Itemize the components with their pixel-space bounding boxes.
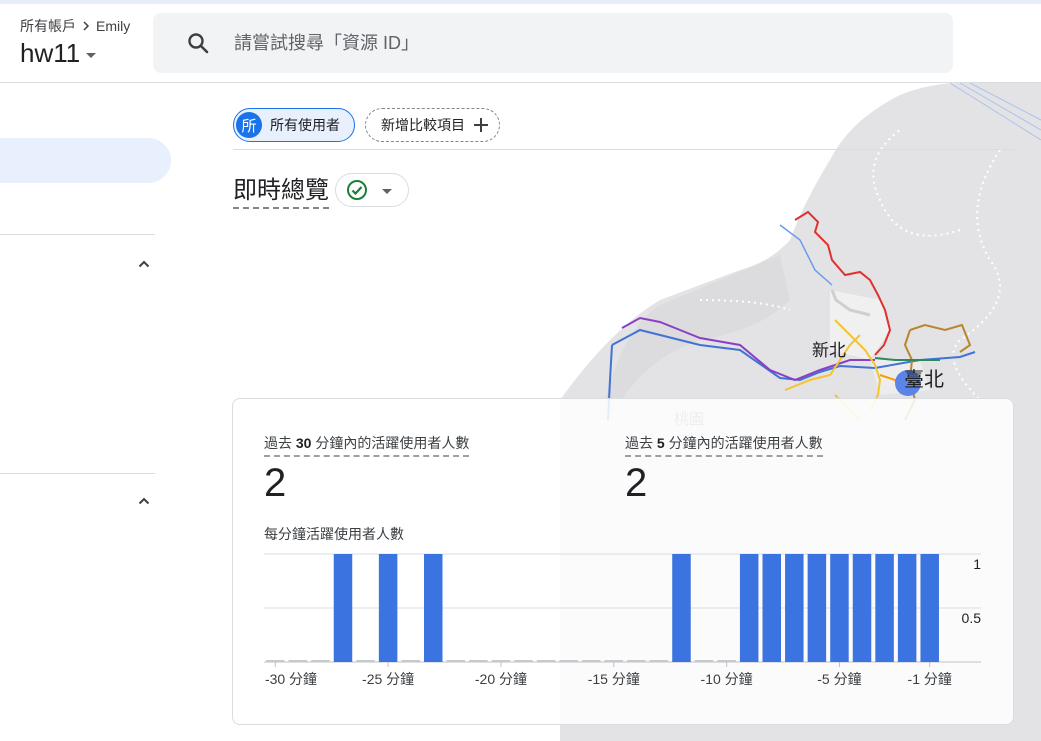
metric-label-suffix: 分鐘內的活躍使用者人數 (664, 435, 823, 451)
chart-bar[interactable] (875, 554, 894, 662)
property-name: hw11 (20, 38, 81, 68)
property-selector[interactable]: hw11 (20, 38, 97, 69)
metric-label-num: 30 (295, 435, 312, 451)
search-bar[interactable] (153, 13, 953, 73)
chart-bar[interactable] (514, 660, 533, 662)
chart-bar[interactable] (694, 660, 714, 662)
plus-icon (474, 118, 488, 132)
metric-5min: 過去 5 分鐘內的活躍使用者人數 2 (625, 433, 823, 506)
user-avatar: 所 (236, 112, 262, 138)
chart-bar[interactable] (739, 554, 759, 662)
chart-bar[interactable] (717, 660, 736, 662)
chart-bar[interactable] (672, 554, 691, 662)
chart-bar[interactable] (469, 660, 488, 662)
page-title[interactable]: 即時總覽 (233, 170, 329, 209)
all-users-label: 所有使用者 (270, 117, 340, 133)
metric-label-suffix: 分鐘內的活躍使用者人數 (311, 435, 470, 451)
chart-bar[interactable] (604, 660, 624, 662)
chart-bar[interactable] (401, 660, 420, 662)
metric-30min: 過去 30 分鐘內的活躍使用者人數 2 (264, 433, 470, 506)
caret-down-icon (86, 53, 97, 58)
add-comparison-button[interactable]: 新增比較項目 (365, 108, 500, 142)
metric-label-num: 5 (656, 435, 665, 451)
chart-bar[interactable] (491, 660, 511, 662)
chart-title: 每分鐘活躍使用者人數 (264, 526, 404, 542)
chart-bar[interactable] (423, 554, 443, 662)
breadcrumb[interactable]: 所有帳戶 Emily (20, 16, 130, 36)
check-circle-icon (347, 179, 367, 200)
breadcrumb-account[interactable]: Emily (96, 18, 130, 34)
chart-bar[interactable] (807, 554, 827, 662)
add-comparison-label: 新增比較項目 (381, 117, 465, 133)
sidebar-divider (0, 473, 155, 474)
chart-bar[interactable] (627, 660, 646, 662)
x-tick-label: -25 分鐘 (362, 671, 414, 687)
chart-bar[interactable] (762, 554, 782, 662)
chart-bar[interactable] (830, 554, 849, 662)
chart-bar[interactable] (378, 554, 398, 662)
chart-bar[interactable] (559, 660, 578, 662)
search-icon (188, 33, 209, 54)
chart-bar[interactable] (581, 660, 601, 662)
all-users-chip[interactable]: 所 所有使用者 (233, 108, 355, 142)
metric-5min-value: 2 (625, 461, 648, 505)
chart-bar[interactable] (333, 554, 353, 662)
chips-divider (233, 149, 1014, 150)
metric-5min-label[interactable]: 過去 5 分鐘內的活躍使用者人數 (625, 433, 823, 457)
chart-bar[interactable] (920, 554, 939, 662)
metric-30min-label[interactable]: 過去 30 分鐘內的活躍使用者人數 (264, 433, 470, 457)
title-row: 即時總覽 (233, 170, 409, 209)
metric-label-prefix: 過去 (264, 435, 296, 451)
y-tick-label: 0.5 (962, 610, 982, 626)
chart-bar[interactable] (266, 660, 285, 662)
chart-bar[interactable] (356, 660, 375, 662)
chart-bar[interactable] (785, 554, 804, 662)
chart-bar[interactable] (649, 660, 669, 662)
chevron-right-icon (83, 21, 90, 31)
caret-down-icon (382, 189, 392, 194)
chart-bar[interactable] (536, 660, 556, 662)
chart-bar[interactable] (288, 660, 308, 662)
x-tick-label: -10 分鐘 (701, 671, 753, 687)
x-tick-label: -20 分鐘 (475, 671, 527, 687)
chevron-up-icon[interactable] (138, 258, 150, 270)
search-input[interactable] (234, 32, 834, 54)
sidebar (0, 83, 190, 741)
x-tick-label: -5 分鐘 (817, 671, 861, 687)
data-status-button[interactable] (335, 172, 409, 207)
x-tick-label: -15 分鐘 (588, 671, 640, 687)
per-minute-bar-chart: 1 0.5 -30 分鐘 -25 分鐘 -20 分鐘 -15 分鐘 -10 分鐘 -5 分鐘 -… (264, 553, 982, 687)
x-tick-label: -30 分鐘 (265, 671, 317, 687)
metric-label-prefix: 過去 (625, 435, 657, 451)
sidebar-active-item[interactable] (0, 138, 171, 183)
sidebar-divider (0, 234, 155, 235)
chart-bar[interactable] (311, 660, 330, 662)
chart-bar[interactable] (852, 554, 872, 662)
chevron-up-icon[interactable] (138, 495, 150, 507)
comparison-chips: 所 所有使用者 新增比較項目 (233, 108, 500, 142)
breadcrumb-root[interactable]: 所有帳戶 (20, 16, 76, 36)
app-header: 所有帳戶 Emily hw11 (0, 4, 1041, 83)
x-tick-label: -1 分鐘 (908, 671, 952, 687)
map-label-xinbei: 新北 (812, 341, 846, 360)
chart-bar[interactable] (446, 660, 466, 662)
y-tick-label: 1 (973, 556, 981, 572)
metric-30min-value: 2 (264, 461, 287, 505)
chart-bar[interactable] (897, 554, 917, 662)
realtime-card: 過去 30 分鐘內的活躍使用者人數 2 過去 5 分鐘內的活躍使用者人數 2 每… (232, 398, 1014, 725)
map-label-taipei: 臺北 (904, 368, 944, 391)
